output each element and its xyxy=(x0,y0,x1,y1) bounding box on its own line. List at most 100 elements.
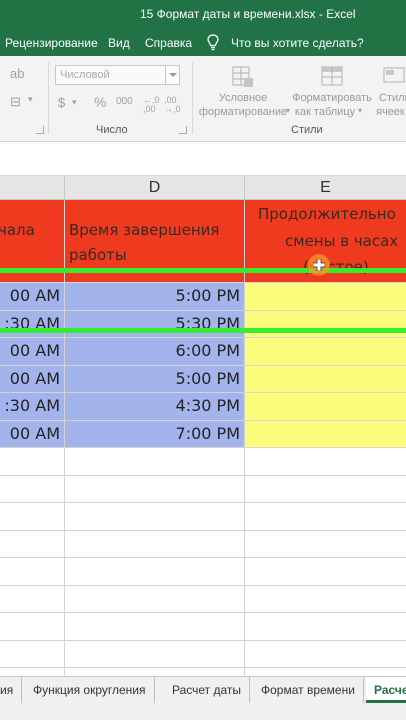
ribbon: ab ⊟ ▾ Числовой $ ▾ % 000 ←,0 ,00 ,00 →,… xyxy=(0,56,406,142)
empty-cell[interactable] xyxy=(245,558,406,586)
cell-styles-line1[interactable]: Стили xyxy=(379,92,406,104)
lightbulb-icon xyxy=(207,34,219,51)
group-separator xyxy=(48,62,49,134)
cell-duration[interactable] xyxy=(245,393,406,421)
conditional-formatting-icon[interactable] xyxy=(230,64,256,90)
empty-cell[interactable] xyxy=(0,530,65,558)
highlight-line xyxy=(0,268,406,273)
number-format-value: Числовой xyxy=(60,69,110,81)
header-text-duration-line2: смены в часах xyxy=(285,232,399,250)
cell-start-time-value: 00 AM xyxy=(9,423,60,443)
cell-styles-line2[interactable]: ячеек xyxy=(376,106,405,118)
empty-cell[interactable] xyxy=(65,503,245,531)
empty-cell[interactable] xyxy=(65,448,245,476)
cell-duration[interactable] xyxy=(245,420,406,448)
empty-cell[interactable] xyxy=(65,585,245,613)
merge-center-icon[interactable]: ⊟ xyxy=(10,94,21,110)
sheet-tab[interactable]: ия xyxy=(0,677,23,703)
format-table-dropdown-icon[interactable]: ▾ xyxy=(358,106,362,115)
comma-format-icon[interactable]: 000 xyxy=(116,96,133,107)
increase-decimal-icon[interactable]: ←,0 ,00 xyxy=(143,96,160,114)
cell-start-time[interactable]: 00 AM xyxy=(0,420,65,448)
cell-start-time-value: 00 AM xyxy=(9,368,60,388)
cell-end-time[interactable]: 6:00 PM xyxy=(65,338,245,366)
header-text-end-line1: Время завершения xyxy=(69,221,220,239)
number-format-select[interactable]: Числовой xyxy=(55,65,180,85)
column-header-c[interactable] xyxy=(0,176,65,200)
cell-start-time-value: 00 AM xyxy=(9,286,60,305)
highlight-line xyxy=(0,328,406,333)
cell-start-time[interactable]: 00 AM xyxy=(0,283,65,311)
empty-cell[interactable] xyxy=(65,475,245,503)
format-as-table-line1[interactable]: Форматировать xyxy=(290,92,374,104)
group-separator xyxy=(192,62,193,134)
sheet-tab[interactable]: Расчет даты xyxy=(164,677,251,703)
cell-end-time[interactable]: 7:00 PM xyxy=(65,420,245,448)
format-as-table-line2[interactable]: как таблицу xyxy=(293,106,357,118)
cell-end-time[interactable]: 5:00 PM xyxy=(65,283,245,311)
empty-cell[interactable] xyxy=(0,640,65,668)
cell-end-time[interactable]: 5:00 PM xyxy=(65,365,245,393)
cell-duration[interactable] xyxy=(245,365,406,393)
sheet-tab-active[interactable]: Расче xyxy=(366,677,406,703)
percent-format-icon[interactable]: % xyxy=(94,94,106,110)
empty-cell[interactable] xyxy=(65,640,245,668)
header-text-end-line2: работы xyxy=(69,246,127,264)
decrease-decimal-icon[interactable]: ,00 →,0 xyxy=(164,96,181,114)
empty-cell[interactable] xyxy=(65,613,245,641)
empty-cell[interactable] xyxy=(245,613,406,641)
conditional-formatting-line1[interactable]: Условное xyxy=(213,92,273,104)
group-label-styles: Стили xyxy=(291,124,323,136)
formula-bar-area xyxy=(0,143,406,176)
sheet-tab[interactable]: Функция округления xyxy=(25,677,155,703)
worksheet-grid[interactable]: D E чала Время завершения работы Продолж… xyxy=(0,176,406,696)
conditional-dropdown-icon[interactable]: ▾ xyxy=(286,106,290,115)
tell-me-search[interactable]: Что вы хотите сделать? xyxy=(231,36,364,50)
empty-cell[interactable] xyxy=(0,503,65,531)
cell-duration[interactable] xyxy=(245,338,406,366)
cell-start-time[interactable]: 00 AM xyxy=(0,338,65,366)
empty-cell[interactable] xyxy=(245,641,406,668)
format-as-table-icon[interactable] xyxy=(320,64,346,90)
empty-cell[interactable] xyxy=(65,558,245,586)
tab-view[interactable]: Вид xyxy=(108,36,130,50)
cell-end-time[interactable]: 5:30 PM xyxy=(65,310,245,338)
merge-dropdown-icon[interactable]: ▾ xyxy=(28,94,33,105)
empty-cell[interactable] xyxy=(245,476,406,503)
cell-start-time-value: 00 AM xyxy=(9,341,60,360)
empty-cell[interactable] xyxy=(0,585,65,613)
empty-cell[interactable] xyxy=(245,448,406,476)
empty-cell[interactable] xyxy=(245,503,406,531)
cell-styles-icon[interactable] xyxy=(382,64,406,90)
empty-cell[interactable] xyxy=(0,475,65,503)
column-header-e[interactable]: E xyxy=(245,176,406,200)
cell-duration[interactable] xyxy=(245,310,406,338)
column-header-d[interactable]: D xyxy=(65,176,245,200)
sheet-tab[interactable]: Формат времени xyxy=(253,677,364,703)
cell-end-time[interactable]: 4:30 PM xyxy=(65,393,245,421)
cell-start-time-value: :30 AM xyxy=(4,396,60,415)
conditional-formatting-line2[interactable]: форматирование xyxy=(193,106,293,118)
empty-cell[interactable] xyxy=(0,613,65,641)
alignment-launcher-icon[interactable] xyxy=(36,126,44,134)
status-bar xyxy=(0,706,406,720)
currency-format-icon[interactable]: $ xyxy=(58,95,65,110)
tab-help[interactable]: Справка xyxy=(145,36,192,50)
cell-end-time-value: 6:00 PM xyxy=(175,341,240,360)
cell-end-time-value: 5:00 PM xyxy=(175,286,240,305)
currency-dropdown-icon[interactable]: ▾ xyxy=(72,97,77,108)
title-bar: 15 Формат даты и времени.xlsx - Excel xyxy=(0,0,406,30)
ribbon-tabs: Рецензирование Вид Справка Что вы хотите… xyxy=(0,30,406,56)
empty-cell[interactable] xyxy=(0,558,65,586)
cell-start-time[interactable]: :30 AM xyxy=(0,393,65,421)
cell-start-time[interactable]: 00 AM xyxy=(0,365,65,393)
orientation-icon[interactable]: ab xyxy=(10,66,24,81)
empty-cell[interactable] xyxy=(245,586,406,613)
cell-start-time[interactable]: :30 AM xyxy=(0,310,65,338)
empty-cell[interactable] xyxy=(245,531,406,558)
number-launcher-icon[interactable] xyxy=(179,126,187,134)
empty-cell[interactable] xyxy=(65,530,245,558)
cell-duration[interactable] xyxy=(245,283,406,311)
empty-cell[interactable] xyxy=(0,448,65,476)
tab-review[interactable]: Рецензирование xyxy=(5,36,98,50)
